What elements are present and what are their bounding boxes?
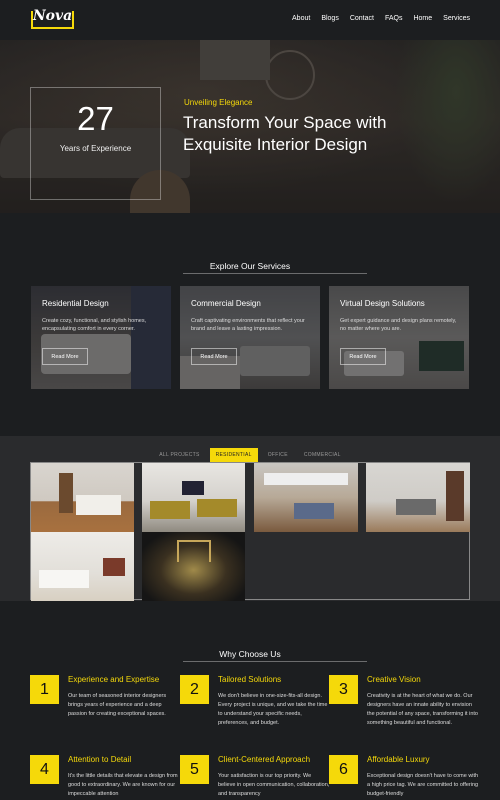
tab-all-projects[interactable]: ALL PROJECTS — [153, 448, 205, 462]
service-desc: Get expert guidance and design plans rem… — [340, 318, 457, 332]
feature-title: Affordable Luxury — [367, 755, 430, 764]
feature-number: 4 — [30, 755, 59, 784]
service-title: Residential Design — [42, 299, 109, 308]
nav-link-blogs[interactable]: Blogs — [321, 15, 339, 22]
years-number: 27 — [77, 100, 114, 137]
feature-number: 1 — [30, 675, 59, 704]
service-title: Commercial Design — [191, 299, 261, 308]
nav-link-home[interactable]: Home — [413, 15, 432, 22]
service-card-virtual[interactable]: Virtual Design Solutions Get expert guid… — [329, 286, 469, 389]
portfolio-filter-tabs: ALL PROJECTS RESIDENTIAL OFFICE COMMERCI… — [0, 448, 500, 462]
portfolio-photo[interactable] — [142, 532, 245, 601]
hero-kicker: Unveiling Elegance — [184, 98, 253, 107]
why-heading: Why Choose Us — [219, 649, 281, 659]
feature-number: 6 — [329, 755, 358, 784]
portfolio-photo[interactable] — [366, 463, 470, 532]
experience-box: 27 Years of Experience — [30, 87, 161, 200]
service-card-residential[interactable]: Residential Design Create cozy, function… — [31, 286, 171, 389]
feature-desc: Creativity is at the heart of what we do… — [367, 693, 478, 726]
why-choose-us-section: Why Choose Us 1 Experience and Expertise… — [0, 601, 500, 800]
feature-title: Creative Vision — [367, 675, 421, 684]
portfolio-photo[interactable] — [31, 532, 134, 601]
feature-number: 2 — [180, 675, 209, 704]
logo[interactable]: Nova — [31, 8, 74, 29]
feature-desc: Your satisfaction is our top priority. W… — [218, 773, 330, 797]
hero-title: Transform Your Space with Exquisite Inte… — [183, 113, 387, 154]
services-section: Explore Our Services Residential Design … — [0, 213, 500, 436]
feature-title: Client-Centered Approach — [218, 755, 311, 764]
nav-links: About Blogs Contact FAQs Home Services — [292, 15, 470, 22]
logo-text: Nova — [32, 8, 73, 24]
feature-desc: Exceptional design doesn't have to come … — [367, 773, 479, 797]
service-desc: Craft captivating environments that refl… — [191, 318, 305, 332]
feature-title: Tailored Solutions — [218, 675, 282, 684]
feature-title: Attention to Detail — [68, 755, 132, 764]
services-heading: Explore Our Services — [209, 261, 291, 271]
portfolio-section: ALL PROJECTS RESIDENTIAL OFFICE COMMERCI… — [0, 436, 500, 601]
portfolio-photo[interactable] — [142, 463, 245, 532]
portfolio-grid — [30, 462, 470, 601]
feature-desc: Our team of seasoned interior designers … — [68, 693, 167, 717]
why-heading-underline — [183, 661, 367, 662]
tab-commercial[interactable]: COMMERCIAL — [298, 448, 347, 462]
read-more-button[interactable]: Read More — [42, 348, 88, 365]
feature-number: 5 — [180, 755, 209, 784]
read-more-button[interactable]: Read More — [340, 348, 386, 365]
feature-number: 3 — [329, 675, 358, 704]
services-heading-underline — [183, 273, 367, 274]
nav-link-faqs[interactable]: FAQs — [385, 15, 403, 22]
service-card-commercial[interactable]: Commercial Design Craft captivating envi… — [180, 286, 320, 389]
top-navbar: Nova About Blogs Contact FAQs Home Servi… — [0, 0, 500, 40]
tab-office[interactable]: OFFICE — [262, 448, 294, 462]
years-label: Years of Experience — [59, 144, 132, 153]
feature-desc: It's the little details that elevate a d… — [68, 773, 178, 797]
nav-link-contact[interactable]: Contact — [350, 15, 374, 22]
hero-banner: 27 Years of Experience Unveiling Eleganc… — [0, 40, 500, 213]
portfolio-photo[interactable] — [254, 463, 358, 532]
feature-title: Experience and Expertise — [68, 675, 160, 684]
portfolio-photo[interactable] — [31, 463, 134, 532]
service-desc: Create cozy, functional, and stylish hom… — [42, 318, 147, 332]
feature-desc: We don't believe in one-size-fits-all de… — [218, 693, 328, 726]
tab-residential[interactable]: RESIDENTIAL — [209, 448, 258, 462]
nav-link-about[interactable]: About — [292, 15, 310, 22]
read-more-button[interactable]: Read More — [191, 348, 237, 365]
service-title: Virtual Design Solutions — [340, 299, 425, 308]
nav-link-services[interactable]: Services — [443, 15, 470, 22]
